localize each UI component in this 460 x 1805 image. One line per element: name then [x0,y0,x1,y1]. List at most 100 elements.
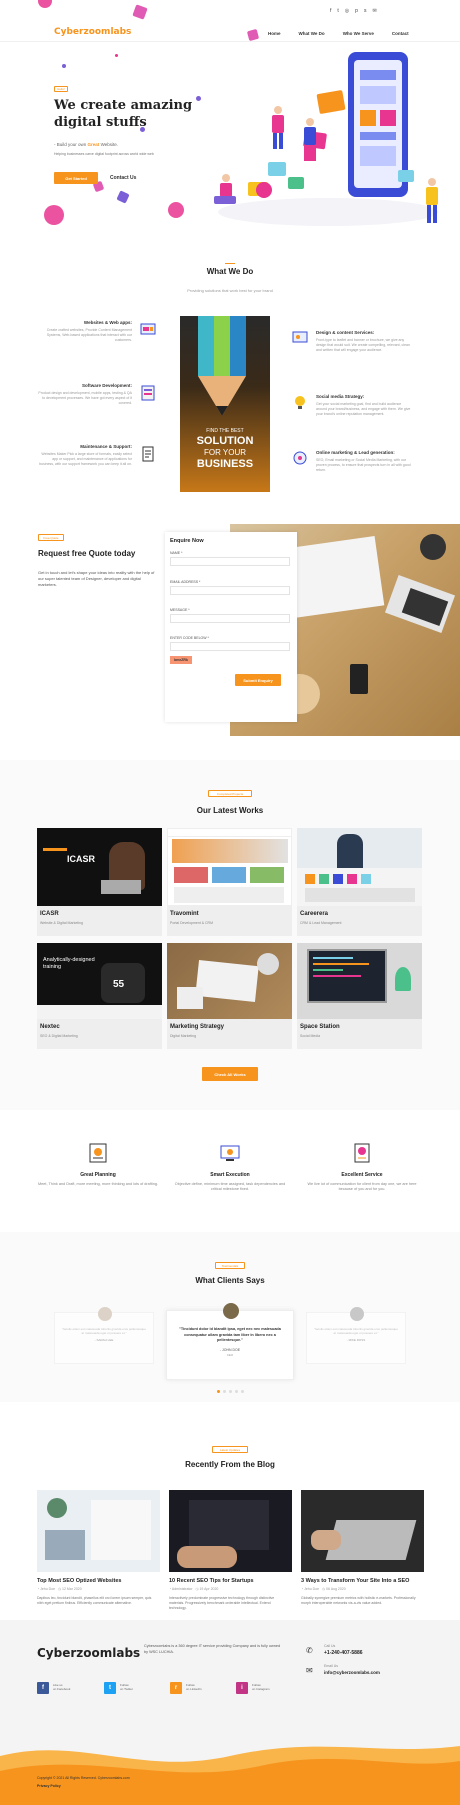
banner-line-4: BUSINESS [196,458,254,470]
testimonials-section: Testimonials What Clients Says "Iaculis … [0,1232,460,1402]
pencil-icon [198,316,246,416]
blog-thumb [169,1490,292,1572]
carousel-dots [217,1390,244,1393]
twitter-icon[interactable]: t [337,8,338,14]
carousel-dot[interactable] [235,1390,238,1393]
design-icon [292,331,308,343]
software-icon [141,385,155,401]
nav-contact[interactable]: Contact [392,31,409,36]
works-tag: Completed Projects [208,790,252,797]
contact-us-link[interactable]: Contact Us [110,175,136,181]
instagram-icon[interactable]: ◎ [345,8,349,14]
work-card-careerera[interactable]: Careerera CRM & Lead Management [297,828,422,936]
footer-about: Cyberzoomlabs is a 360 degree IT service… [144,1644,281,1654]
phone-icon: ✆ [306,1646,313,1655]
solution-banner: FIND THE BEST SOLUTION FOR YOUR BUSINESS [180,316,270,492]
service-icon [354,1143,370,1163]
footer-wave [0,1746,460,1805]
work-card-travomint[interactable]: Travomint Portal Development & CRM [167,828,292,936]
testimonial-card-center: "Tincidunt dolor id blandit ipsa, eget n… [166,1303,294,1380]
quote-title: Request free Quote today [38,549,136,558]
instagram-icon: i [236,1682,248,1694]
travomint-thumb [167,828,292,906]
name-input[interactable] [170,557,290,566]
blog-meta: ◔ Administrator ◷ 19 Apr 2020 [169,1587,219,1591]
work-card-space-station[interactable]: Space Station Social Media [297,943,422,1049]
marketing-thumb [167,943,292,1019]
social-bar: f t ◎ p s ✉ [330,8,377,14]
banner-line-1: FIND THE BEST [206,428,244,434]
facebook-icon[interactable]: f [330,8,331,14]
get-started-button[interactable]: Get Started [54,172,98,184]
planning-icon [89,1143,107,1163]
avatar [350,1307,364,1321]
feature-planning: Great Planning Meet, Think and Draft, mo… [38,1142,158,1187]
features-section: Great Planning Meet, Think and Draft, mo… [0,1110,460,1220]
copyright: Copyright © 2021 All Rights Reserved. Cy… [37,1776,130,1780]
email-icon[interactable]: ✉ [372,8,376,14]
twitter-icon: t [104,1682,116,1694]
logo[interactable]: Cyberzoomlabs [54,27,131,37]
main-nav: Home What We Do Who We Serve Contact [268,31,409,36]
what-we-do-section: What We Do Providing solutions that work… [0,240,460,510]
banner-line-3: FOR YOUR [203,448,247,457]
hero-title-2: digital stuffs [54,115,147,130]
enquiry-form: Enquire Now Name * Email Address * Messa… [165,532,297,722]
work-card-icasr[interactable]: ICASR ICASR Website & Digital Marketing [37,828,162,936]
privacy-link[interactable]: Privacy Policy [37,1784,61,1788]
carousel-dot[interactable] [241,1390,244,1393]
captcha-image: bmeZRk [170,656,192,664]
captcha-input[interactable] [170,642,290,651]
blog-meta: ◔ Jehu Doe ◷ 06 Aug 2020 [301,1587,346,1591]
what-we-do-title: What We Do [206,267,254,276]
check-all-works-button[interactable]: Check All Works [202,1067,258,1081]
form-title: Enquire Now [170,538,204,544]
carousel-dot[interactable] [223,1390,226,1393]
skype-icon[interactable]: s [364,8,367,14]
space-station-thumb [297,943,422,1019]
web-app-icon [140,323,156,335]
footer-logo[interactable]: Cyberzoomlabs [37,1646,140,1660]
marketing-icon [293,451,307,465]
hero-illustration [214,52,438,226]
works-section: Completed Projects Our Latest Works ICAS… [0,760,460,1110]
footer: Cyberzoomlabs Cyberzoomlabs is a 360 deg… [0,1620,460,1805]
careerera-thumb [297,828,422,906]
email-input[interactable] [170,586,290,595]
carousel-dot[interactable] [217,1390,220,1393]
testimonial-card-left: "Iaculis etiam est malesuada lobortis gr… [54,1307,154,1364]
testimonials-title: What Clients Says [195,1276,265,1285]
hero-title-1: We create amazing [54,98,193,113]
nav-home[interactable]: Home [268,31,281,36]
message-input[interactable] [170,614,290,623]
carousel-dot[interactable] [229,1390,232,1393]
submit-enquiry-button[interactable]: Submit Enquiry [235,674,281,686]
work-card-marketing-strategy[interactable]: Marketing Strategy Digital Marketing [167,943,292,1049]
feature-service: Excellent Service We live lot of communi… [302,1142,422,1193]
footer-phone[interactable]: +1-240-407-5886 [324,1650,363,1656]
quote-section: Free Quote Request free Quote today Get … [0,522,460,738]
nav-what-we-do[interactable]: What We Do [299,31,325,36]
top-bar: f t ◎ p s ✉ Cyberzoomlabs Home What We D… [0,0,460,42]
testimonial-card-right: "Iaculis etiam est malesuada lobortis gr… [306,1307,406,1364]
feature-execution: Smart Execution Objective define, minimu… [170,1142,290,1193]
blog-section: Latest Updates Recently From the Blog To… [0,1418,460,1618]
hero-subtitle: - Build your own Great Website. [54,142,118,147]
works-title: Our Latest Works [196,806,264,815]
footer-email[interactable]: info@cyberzoomlabs.com [324,1670,380,1675]
banner-line-2: SOLUTION [196,435,254,447]
blog-title: Recently From the Blog [185,1460,275,1469]
blog-thumb [37,1490,160,1572]
avatar [223,1303,239,1319]
what-we-do-subtitle: Providing solutions that work best for y… [187,288,273,293]
deco-cube [132,4,148,20]
section-divider [225,263,235,264]
blog-tag: Latest Updates [212,1446,248,1453]
facebook-icon: f [37,1682,49,1694]
work-card-nextec[interactable]: Analytically-designed training 55 Nextec… [37,943,162,1049]
nav-who-we-serve[interactable]: Who We Serve [343,31,374,36]
bulb-icon [295,396,305,409]
pinterest-icon[interactable]: p [355,8,358,14]
testimonials-tag: Testimonials [215,1262,245,1269]
mail-icon: ✉ [306,1666,313,1675]
